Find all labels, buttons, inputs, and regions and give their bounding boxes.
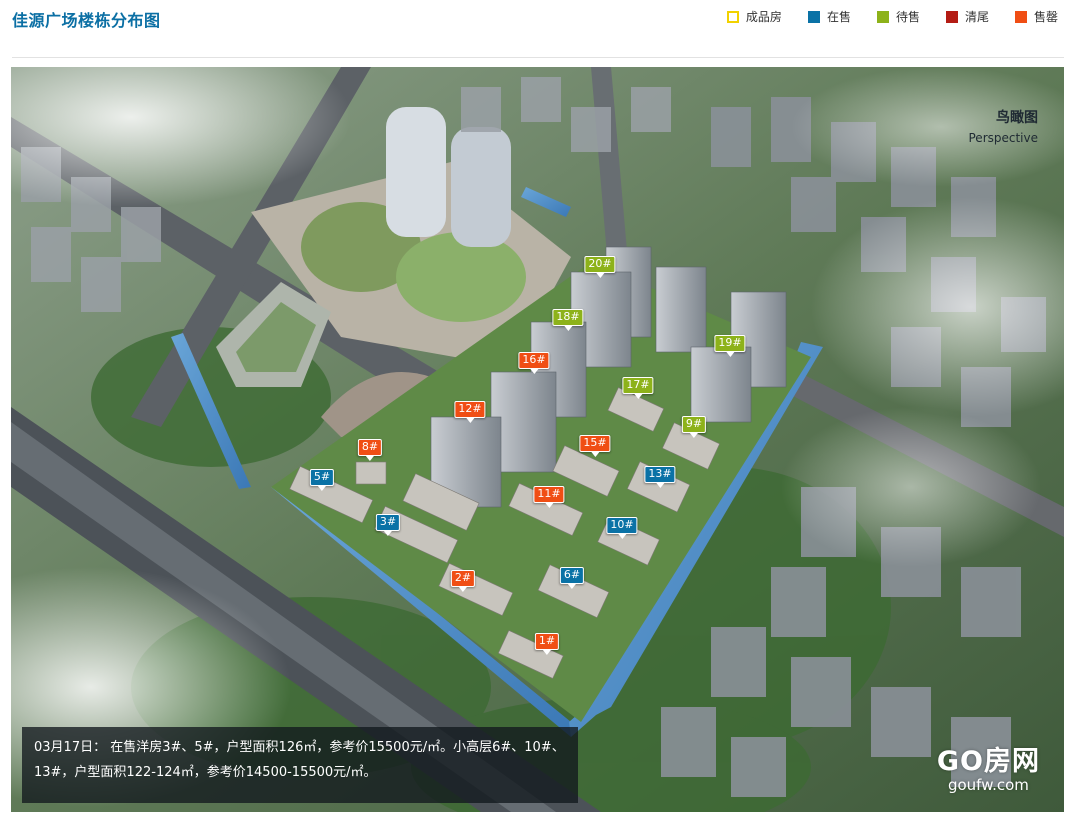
- building-tag-1[interactable]: 1#: [534, 633, 560, 655]
- building-tag-3[interactable]: 3#: [375, 514, 401, 536]
- legend-label: 在售: [826, 10, 851, 24]
- building-tag-16[interactable]: 16#: [518, 352, 550, 374]
- building-tag-12[interactable]: 12#: [454, 401, 486, 423]
- building-tag-2[interactable]: 2#: [450, 570, 476, 592]
- legend-swatch-sold-out: [1014, 10, 1027, 23]
- perspective-caption: 鸟瞰图 Perspective: [969, 107, 1039, 145]
- watermark-url: goufw.com: [947, 776, 1029, 794]
- building-tag-13[interactable]: 13#: [644, 466, 676, 488]
- building-tag-20[interactable]: 20#: [584, 256, 616, 278]
- page-title: 佳源广场楼栋分布图: [12, 11, 161, 30]
- perspective-title: 鸟瞰图: [996, 110, 1038, 126]
- header-divider: [12, 57, 1064, 58]
- legend-swatch-finished: [726, 10, 739, 23]
- status-legend: 成品房 在售 待售 清尾 售罄: [701, 8, 1058, 25]
- legend-label: 售罄: [1033, 10, 1058, 24]
- building-tag-8[interactable]: 8#: [357, 439, 383, 461]
- legend-label: 待售: [895, 10, 920, 24]
- legend-label: 成品房: [745, 10, 782, 24]
- sales-note-line-1: 03月17日： 在售洋房3#、5#，户型面积126㎡，参考价15500元/㎡。小…: [34, 740, 565, 755]
- legend-swatch-on-sale: [807, 10, 820, 23]
- building-tag-9[interactable]: 9#: [681, 416, 707, 438]
- legend-item-clearance: 清尾: [945, 8, 989, 25]
- legend-item-on-sale: 在售: [807, 8, 851, 25]
- building-tag-19[interactable]: 19#: [714, 335, 746, 357]
- legend-item-sold-out: 售罄: [1014, 8, 1058, 25]
- legend-swatch-clearance: [945, 10, 958, 23]
- goufw-watermark: GO房网 goufw.com: [937, 739, 1040, 794]
- building-tag-10[interactable]: 10#: [606, 517, 638, 539]
- building-tag-11[interactable]: 11#: [533, 486, 565, 508]
- aerial-rendering-image: [11, 67, 1064, 812]
- legend-item-finished: 成品房: [726, 8, 782, 25]
- building-tag-17[interactable]: 17#: [622, 377, 654, 399]
- building-tag-18[interactable]: 18#: [552, 309, 584, 331]
- building-tag-5[interactable]: 5#: [309, 469, 335, 491]
- building-tag-6[interactable]: 6#: [559, 567, 585, 589]
- sales-note: 03月17日： 在售洋房3#、5#，户型面积126㎡，参考价15500元/㎡。小…: [22, 727, 578, 803]
- legend-label: 清尾: [964, 10, 989, 24]
- legend-swatch-pending: [876, 10, 889, 23]
- watermark-logo-text: GO房网: [936, 746, 1040, 777]
- building-tag-15[interactable]: 15#: [579, 435, 611, 457]
- perspective-subtitle: Perspective: [968, 131, 1039, 145]
- legend-item-pending: 待售: [876, 8, 920, 25]
- aerial-map: 鸟瞰图 Perspective 20# 18# 16# 19# 17# 12# …: [11, 67, 1064, 812]
- sales-note-line-2: 13#，户型面积122-124㎡，参考价14500-15500元/㎡。: [34, 765, 377, 780]
